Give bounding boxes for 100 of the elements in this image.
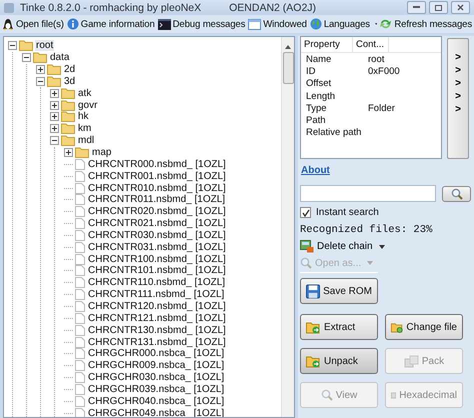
file-name[interactable]: CHRGCHR030.nsbca_ [1OZL] bbox=[87, 372, 226, 384]
toolbar-button[interactable]: Debug messages bbox=[156, 18, 246, 30]
window-icon bbox=[248, 18, 262, 30]
folder-name[interactable]: root bbox=[35, 40, 54, 52]
property-value: 0xF000 bbox=[367, 66, 401, 77]
scrollbar[interactable] bbox=[281, 37, 294, 417]
file-name[interactable]: CHRCNTR001.nsbmd_ [1OZL] bbox=[87, 170, 227, 182]
folder-name[interactable]: km bbox=[77, 123, 92, 134]
file-icon bbox=[75, 372, 85, 384]
file-name[interactable]: CHRCNTR031.nsbmd_ [1OZL] bbox=[87, 242, 227, 253]
expander-icon[interactable] bbox=[50, 100, 59, 110]
folder-icon bbox=[61, 123, 75, 134]
app-icon bbox=[4, 2, 14, 12]
toolbar-button[interactable]: Open file(s) bbox=[1, 18, 65, 30]
toolbar-button[interactable]: Languages bbox=[308, 18, 371, 30]
caret-icon[interactable] bbox=[374, 22, 378, 26]
column-header[interactable]: Cont... bbox=[353, 37, 389, 52]
file-icon bbox=[75, 254, 85, 265]
info-icon bbox=[66, 18, 79, 30]
folder-arrow-icon bbox=[306, 354, 321, 368]
expander-icon[interactable] bbox=[36, 76, 45, 86]
file-name[interactable]: CHRCNTR020.nsbmd_ [1OZL] bbox=[87, 206, 227, 218]
folder-name[interactable]: hk bbox=[77, 111, 90, 122]
expander-icon[interactable] bbox=[36, 65, 45, 74]
file-name[interactable]: CHRCNTR120.nsbmd_ [1OZL] bbox=[87, 300, 227, 312]
file-icon bbox=[75, 360, 85, 372]
file-icon bbox=[75, 324, 85, 336]
file-name[interactable]: CHRCNTR010.nsbmd_ [1OZL] bbox=[87, 182, 227, 194]
file-name[interactable]: CHRCNTR111.nsbmd_ [1OZL] bbox=[87, 289, 226, 300]
action-button[interactable]: Change file bbox=[385, 314, 463, 340]
file-name[interactable]: CHRGCHR009.nsbca_ [1OZL] bbox=[87, 360, 226, 372]
toolbar-button[interactable]: Refresh messages bbox=[378, 18, 473, 30]
expander-icon[interactable] bbox=[50, 112, 59, 122]
folder-icon bbox=[47, 76, 61, 87]
expand-button[interactable]: > bbox=[448, 64, 468, 76]
checkbox[interactable] bbox=[300, 207, 311, 218]
file-icon bbox=[75, 206, 85, 218]
folder-name[interactable]: mdl bbox=[77, 135, 96, 146]
minimize-button[interactable] bbox=[407, 1, 426, 14]
search-field[interactable] bbox=[300, 185, 436, 202]
file-name[interactable]: CHRCNTR011.nsbmd_ [1OZL] bbox=[87, 194, 226, 206]
expander-icon[interactable] bbox=[8, 41, 17, 50]
checkbox-label: Instant search bbox=[316, 207, 379, 218]
file-icon bbox=[75, 277, 85, 288]
file-name[interactable]: CHRCNTR000.nsbmd_ [1OZL] bbox=[87, 158, 227, 170]
file-name[interactable]: CHRCNTR030.nsbmd_ [1OZL] bbox=[87, 230, 227, 241]
file-name[interactable]: CHRCNTR130.nsbmd_ [1OZL] bbox=[87, 324, 227, 336]
folder-name[interactable]: map bbox=[91, 147, 112, 158]
property-name: Path bbox=[305, 115, 327, 126]
expander-icon[interactable] bbox=[64, 148, 73, 158]
search-button[interactable] bbox=[442, 186, 471, 202]
about-link[interactable]: About bbox=[301, 165, 330, 176]
dropdown-button[interactable]: Delete chain bbox=[300, 240, 385, 253]
folder-name[interactable]: data bbox=[49, 52, 70, 64]
expander-icon[interactable] bbox=[50, 88, 59, 98]
action-button[interactable]: Unpack bbox=[300, 348, 378, 374]
action-button[interactable]: Extract bbox=[300, 314, 378, 340]
folder-icon bbox=[75, 147, 89, 158]
scroll-up-icon[interactable] bbox=[285, 45, 291, 49]
file-name[interactable]: CHRGCHR000.nsbca_ [1OZL] bbox=[87, 348, 226, 360]
expander-icon[interactable] bbox=[50, 124, 59, 134]
caret-icon bbox=[367, 261, 374, 265]
column-header[interactable]: Property bbox=[301, 37, 353, 52]
recognized-files-text: Recognized files: 23% bbox=[300, 224, 434, 236]
file-name[interactable]: CHRGCHR039.nsbca_ [1OZL] bbox=[87, 384, 226, 395]
expand-button[interactable]: > bbox=[448, 51, 468, 63]
folder-name[interactable]: 2d bbox=[63, 64, 76, 76]
file-name[interactable]: CHRGCHR040.nsbca_ [1OZL] bbox=[87, 396, 226, 407]
property-name: Name bbox=[305, 54, 332, 65]
file-icon bbox=[75, 265, 85, 276]
file-icon bbox=[75, 158, 85, 170]
expand-button[interactable]: > bbox=[448, 103, 468, 115]
file-name[interactable]: CHRCNTR131.nsbmd_ [1OZL] bbox=[87, 336, 227, 348]
file-icon bbox=[75, 194, 85, 206]
file-name[interactable]: CHRCNTR101.nsbmd_ [1OZL] bbox=[87, 265, 227, 276]
maximize-icon bbox=[435, 4, 442, 10]
action-button[interactable]: Save ROM bbox=[300, 278, 378, 304]
file-icon bbox=[75, 230, 85, 241]
folder-gear-icon bbox=[391, 320, 404, 334]
expander-icon[interactable] bbox=[22, 53, 31, 62]
boxes-icon bbox=[404, 354, 419, 368]
expand-button[interactable]: > bbox=[448, 90, 468, 102]
close-button[interactable] bbox=[451, 1, 470, 14]
file-name[interactable]: CHRCNTR100.nsbmd_ [1OZL] bbox=[87, 254, 227, 265]
property-name: Type bbox=[305, 102, 328, 114]
folder-name[interactable]: atk bbox=[77, 88, 92, 99]
file-name[interactable]: CHRCNTR121.nsbmd_ [1OZL] bbox=[87, 312, 227, 324]
expand-button[interactable]: > bbox=[448, 77, 468, 89]
file-icon bbox=[75, 300, 85, 312]
toolbar-button[interactable]: Game information bbox=[66, 18, 156, 30]
maximize-button[interactable] bbox=[429, 1, 448, 14]
file-name[interactable]: CHRCNTR021.nsbmd_ [1OZL] bbox=[87, 218, 227, 230]
toolbar-button[interactable]: Windowed bbox=[247, 18, 308, 30]
file-name[interactable]: CHRCNTR110.nsbmd_ [1OZL] bbox=[87, 277, 226, 288]
file-icon bbox=[75, 384, 85, 395]
folder-name[interactable]: govr bbox=[77, 100, 98, 111]
scroll-thumb[interactable] bbox=[282, 52, 294, 84]
expander-icon[interactable] bbox=[50, 136, 59, 146]
file-icon bbox=[75, 218, 85, 230]
folder-name[interactable]: 3d bbox=[63, 76, 76, 87]
